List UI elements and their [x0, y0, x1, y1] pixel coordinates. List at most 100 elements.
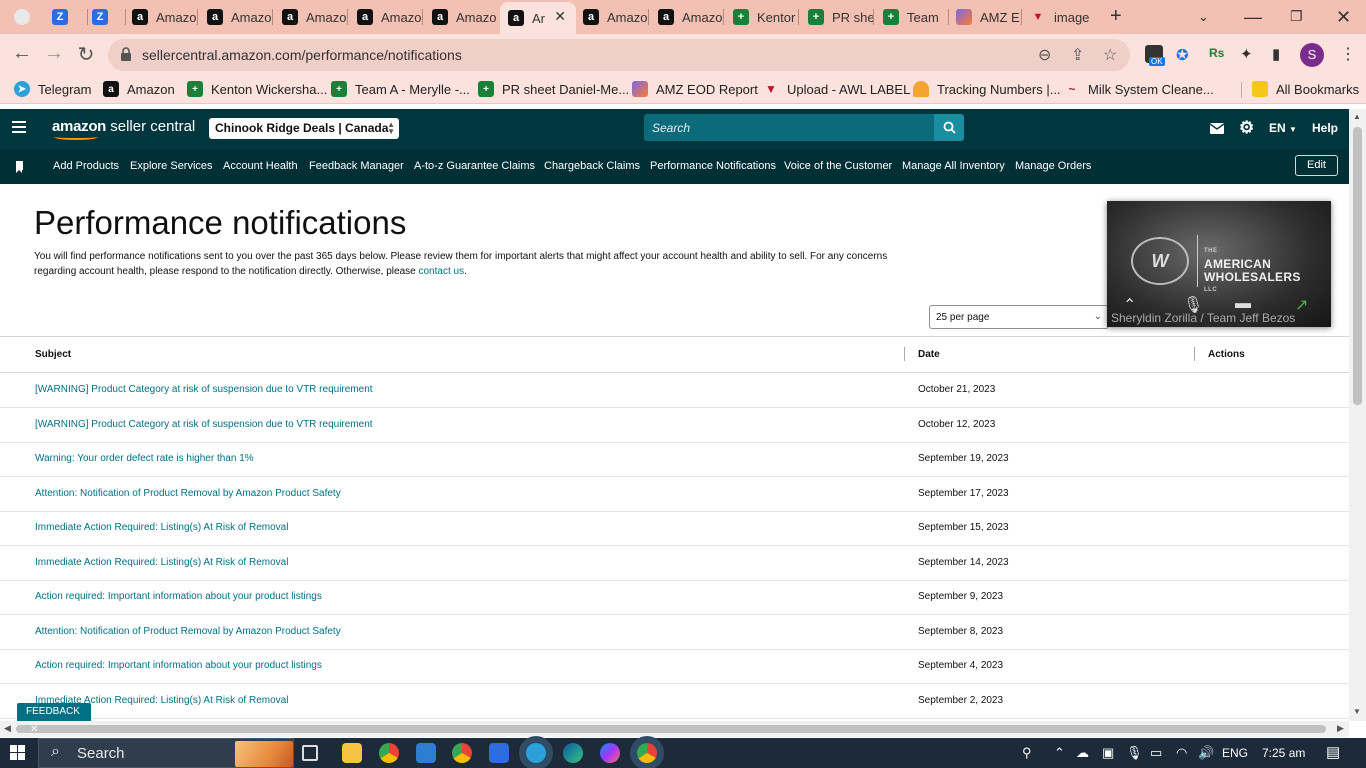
sidepanel-icon[interactable]: ▮ [1272, 45, 1280, 63]
forward-icon[interactable]: → [41, 42, 67, 65]
horizontal-scrollbar[interactable]: ◀ ▶ [0, 721, 1349, 737]
chrome-icon[interactable] [379, 743, 399, 763]
column-subject[interactable]: Subject [35, 349, 71, 360]
meet-now-icon[interactable]: ▣ [1102, 745, 1114, 761]
notification-subject-link[interactable]: Immediate Action Required: Listing(s) At… [35, 557, 288, 568]
store-selector[interactable]: Chinook Ridge Deals | Canada ▲ ▼ [209, 118, 399, 139]
bookmark-item[interactable]: + Kenton Wickersha... [187, 81, 327, 97]
language-selector[interactable]: EN ▼ [1269, 121, 1297, 135]
mail-icon[interactable] [416, 743, 436, 763]
reload-icon[interactable]: ↻ [73, 42, 99, 67]
browser-tab[interactable]: a Amazo [583, 4, 649, 30]
search-input[interactable]: Search [644, 114, 934, 141]
browser-tab[interactable]: a Amazo [282, 4, 348, 30]
browser-tab[interactable]: a Amazo [658, 4, 724, 30]
nav-feedback-manager[interactable]: Feedback Manager [309, 160, 404, 172]
browser-tab[interactable]: a Amazo [432, 4, 498, 30]
browser-tab[interactable]: a Amazo [357, 4, 423, 30]
notification-subject-link[interactable]: Attention: Notification of Product Remov… [35, 626, 341, 637]
people-icon[interactable]: ⚲ [1022, 745, 1032, 761]
scroll-up-icon[interactable]: ▲ [1353, 112, 1361, 121]
zoom-icon[interactable] [489, 743, 509, 763]
browser-tab-active[interactable]: a Ar ✕ [500, 2, 576, 34]
input-language[interactable]: ENG [1222, 746, 1248, 760]
feedback-button[interactable]: FEEDBACK ✕ [17, 703, 91, 735]
search-button[interactable] [934, 114, 964, 141]
battery-icon[interactable]: ▭ [1150, 745, 1162, 761]
bookmark-item[interactable]: ▼ Upload - AWL LABEL [763, 81, 910, 97]
bookmark-item[interactable]: a Amazon [103, 81, 175, 97]
bookmark-icon[interactable] [16, 161, 23, 173]
notifications-icon[interactable]: ▤ [1326, 743, 1340, 761]
wifi-icon[interactable]: ◠ [1176, 745, 1187, 761]
nav-performance-notifications[interactable]: Performance Notifications [650, 160, 776, 172]
taskbar-search[interactable]: ⌕ Search [38, 738, 294, 768]
browser-tab[interactable]: a Amazo [207, 4, 273, 30]
column-divider[interactable] [1194, 347, 1195, 361]
windows-start-icon[interactable] [10, 745, 26, 761]
microphone-icon[interactable]: 🎙 [1126, 745, 1143, 761]
chrome-icon[interactable] [637, 743, 657, 763]
extension-icon[interactable]: Rs [1209, 46, 1224, 60]
bookmark-item[interactable]: Tracking Numbers |... [913, 81, 1061, 97]
chevron-up-icon[interactable]: ⌃ [1054, 745, 1065, 761]
browser-tab[interactable]: a Amazo [132, 4, 198, 30]
kebab-menu-icon[interactable]: ⋮ [1340, 44, 1356, 64]
all-bookmarks[interactable]: All Bookmarks [1252, 81, 1359, 97]
per-page-select[interactable]: 25 per page ⌄ [929, 305, 1109, 329]
browser-tab[interactable]: AMZ E [956, 4, 1022, 30]
edge-icon[interactable] [563, 743, 583, 763]
nav-manage-inventory[interactable]: Manage All Inventory [902, 160, 1005, 172]
share-screen-icon[interactable]: ↗ [1295, 295, 1308, 315]
browser-tab[interactable] [14, 4, 48, 30]
messenger-icon[interactable] [600, 743, 620, 763]
help-link[interactable]: Help [1312, 121, 1338, 135]
close-tab-icon[interactable]: ✕ [554, 8, 566, 25]
minimize-icon[interactable]: — [1244, 7, 1262, 28]
bookmark-item[interactable]: ~ Milk System Cleane... [1064, 81, 1213, 97]
profile-avatar[interactable]: S [1300, 43, 1324, 67]
notification-subject-link[interactable]: Immediate Action Required: Listing(s) At… [35, 522, 288, 533]
puzzle-icon[interactable]: ✦ [1240, 45, 1253, 63]
scroll-thumb[interactable] [16, 725, 1326, 733]
nav-voice-of-customer[interactable]: Voice of the Customer [784, 160, 892, 172]
close-window-icon[interactable]: ✕ [1336, 7, 1351, 28]
notification-subject-link[interactable]: Action required: Important information a… [35, 660, 322, 671]
close-icon[interactable]: ✕ [30, 724, 38, 735]
scroll-down-icon[interactable]: ▼ [1353, 707, 1361, 716]
browser-tab[interactable]: + Kentor [733, 4, 799, 30]
omnibox[interactable]: sellercentral.amazon.com/performance/not… [108, 39, 1130, 71]
zoom-lens-icon[interactable]: ⊖ [1038, 45, 1051, 65]
browser-tab[interactable]: + Team [883, 4, 949, 30]
file-explorer-icon[interactable] [342, 743, 362, 763]
seller-central-logo[interactable]: amazon seller central [52, 118, 195, 140]
share-icon[interactable]: ⇪ [1071, 45, 1084, 65]
notification-subject-link[interactable]: Action required: Important information a… [35, 591, 322, 602]
onedrive-icon[interactable]: ☁ [1076, 745, 1089, 761]
notification-subject-link[interactable]: Attention: Notification of Product Remov… [35, 488, 341, 499]
notification-subject-link[interactable]: [WARNING] Product Category at risk of su… [35, 384, 373, 395]
bookmark-item[interactable]: + Team A - Merylle -... [331, 81, 470, 97]
nav-atoz-claims[interactable]: A-to-z Guarantee Claims [414, 160, 535, 172]
nav-explore-services[interactable]: Explore Services [130, 160, 213, 172]
scroll-left-icon[interactable]: ◀ [4, 723, 11, 734]
back-icon[interactable]: ← [9, 42, 35, 65]
gear-icon[interactable]: ⚙ [1239, 118, 1254, 138]
chevron-down-icon[interactable]: ⌄ [1198, 9, 1209, 25]
column-divider[interactable] [904, 347, 905, 361]
bookmark-item[interactable]: AMZ EOD Report [632, 81, 758, 97]
hamburger-menu-icon[interactable] [12, 121, 26, 133]
notification-subject-link[interactable]: [WARNING] Product Category at risk of su… [35, 419, 373, 430]
notification-subject-link[interactable]: Warning: Your order defect rate is highe… [35, 453, 254, 464]
telegram-icon[interactable] [526, 743, 546, 763]
bookmark-item[interactable]: + PR sheet Daniel-Me... [478, 81, 629, 97]
contact-us-link[interactable]: contact us [419, 266, 465, 277]
chrome-icon[interactable] [452, 743, 472, 763]
browser-tab[interactable]: Z [52, 4, 88, 30]
browser-tab[interactable]: ▼ image [1030, 4, 1096, 30]
extension-icon[interactable]: ✪ [1176, 46, 1189, 64]
scroll-thumb[interactable] [1353, 127, 1362, 405]
clock[interactable]: 7:25 am [1262, 746, 1305, 760]
nav-account-health[interactable]: Account Health [223, 160, 298, 172]
bookmark-item[interactable]: ➤ Telegram [14, 81, 91, 97]
